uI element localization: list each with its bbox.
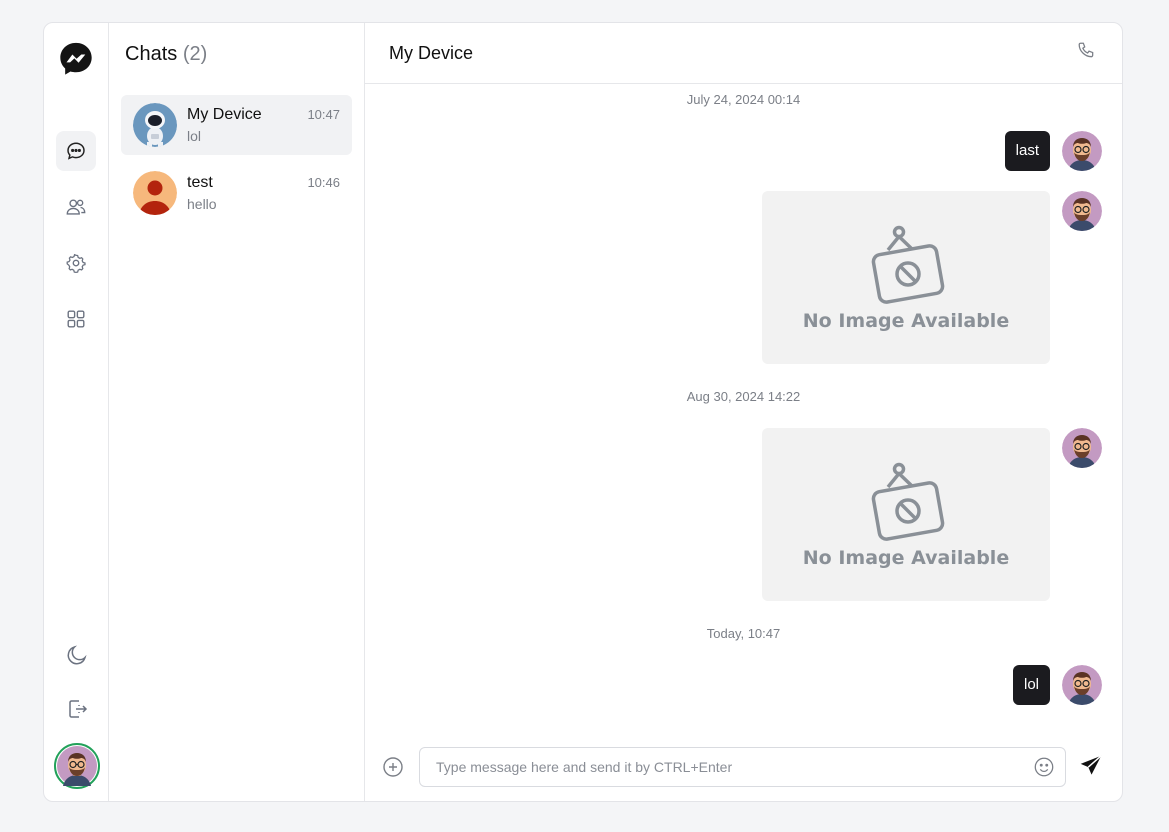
apps-icon <box>67 310 85 328</box>
nav-chats[interactable] <box>56 131 96 171</box>
contacts-icon <box>66 199 86 215</box>
chat-time: 10:47 <box>307 107 340 122</box>
message-bubble[interactable]: last <box>1004 131 1050 171</box>
plus-circle-icon <box>383 757 403 777</box>
sender-avatar <box>1062 428 1102 468</box>
sender-avatar <box>1062 131 1102 171</box>
message-bubble[interactable]: lol <box>1012 665 1050 705</box>
image-message[interactable]: No Image Available <box>762 428 1050 601</box>
chat-list-title: Chats (2) <box>109 23 364 95</box>
emoji-icon <box>1034 757 1054 777</box>
send-icon <box>1080 755 1102 775</box>
chat-item-test[interactable]: test hello 10:46 <box>121 163 352 223</box>
messenger-logo-icon[interactable] <box>56 39 96 79</box>
no-image-label: No Image Available <box>802 309 1010 332</box>
avatar <box>133 103 177 147</box>
no-image-icon <box>871 462 945 541</box>
avatar <box>133 171 177 215</box>
logout-icon <box>68 700 87 718</box>
nav-contacts[interactable] <box>56 187 96 227</box>
image-message[interactable]: No Image Available <box>762 191 1050 364</box>
chat-preview: hello <box>187 196 217 212</box>
conversation-panel: My Device July 24, 2024 00:14 last No Im… <box>365 23 1122 801</box>
emoji-button[interactable] <box>1033 756 1055 778</box>
conversation-header: My Device <box>365 23 1122 84</box>
my-profile-avatar[interactable] <box>53 743 100 789</box>
chat-time: 10:46 <box>307 175 340 190</box>
nav-rail <box>44 23 109 801</box>
no-image-icon <box>871 225 945 304</box>
conversation-title: My Device <box>389 42 474 63</box>
theme-toggle-button[interactable] <box>57 635 97 675</box>
no-image-label: No Image Available <box>802 546 1010 569</box>
call-button[interactable] <box>1076 40 1098 67</box>
logout-button[interactable] <box>57 689 97 729</box>
message-input-wrapper <box>419 747 1066 787</box>
date-separator: Today, 10:47 <box>706 626 781 641</box>
chat-item-my-device[interactable]: My Device lol 10:47 <box>121 95 352 155</box>
message-input[interactable] <box>436 759 1033 775</box>
attach-button[interactable] <box>381 755 405 779</box>
settings-icon <box>66 253 86 274</box>
date-separator: Aug 30, 2024 14:22 <box>686 389 801 404</box>
chat-preview: lol <box>187 128 202 144</box>
chats-heading: Chats <box>125 43 178 65</box>
chat-list-panel: Chats (2) My Device lol 10:47 test hello… <box>109 23 365 801</box>
message-list: July 24, 2024 00:14 last No Image Availa… <box>365 84 1122 734</box>
date-separator: July 24, 2024 00:14 <box>686 92 801 107</box>
message-composer <box>365 733 1122 801</box>
nav-settings[interactable] <box>56 243 96 283</box>
chat-icon <box>67 142 85 160</box>
app-window: Chats (2) My Device lol 10:47 test hello… <box>43 22 1123 802</box>
moon-icon <box>67 645 87 665</box>
chats-count: (2) <box>182 43 208 65</box>
nav-apps[interactable] <box>56 299 96 339</box>
send-button[interactable] <box>1078 753 1106 781</box>
sender-avatar <box>1062 665 1102 705</box>
phone-icon <box>1078 42 1094 57</box>
sender-avatar <box>1062 191 1102 231</box>
